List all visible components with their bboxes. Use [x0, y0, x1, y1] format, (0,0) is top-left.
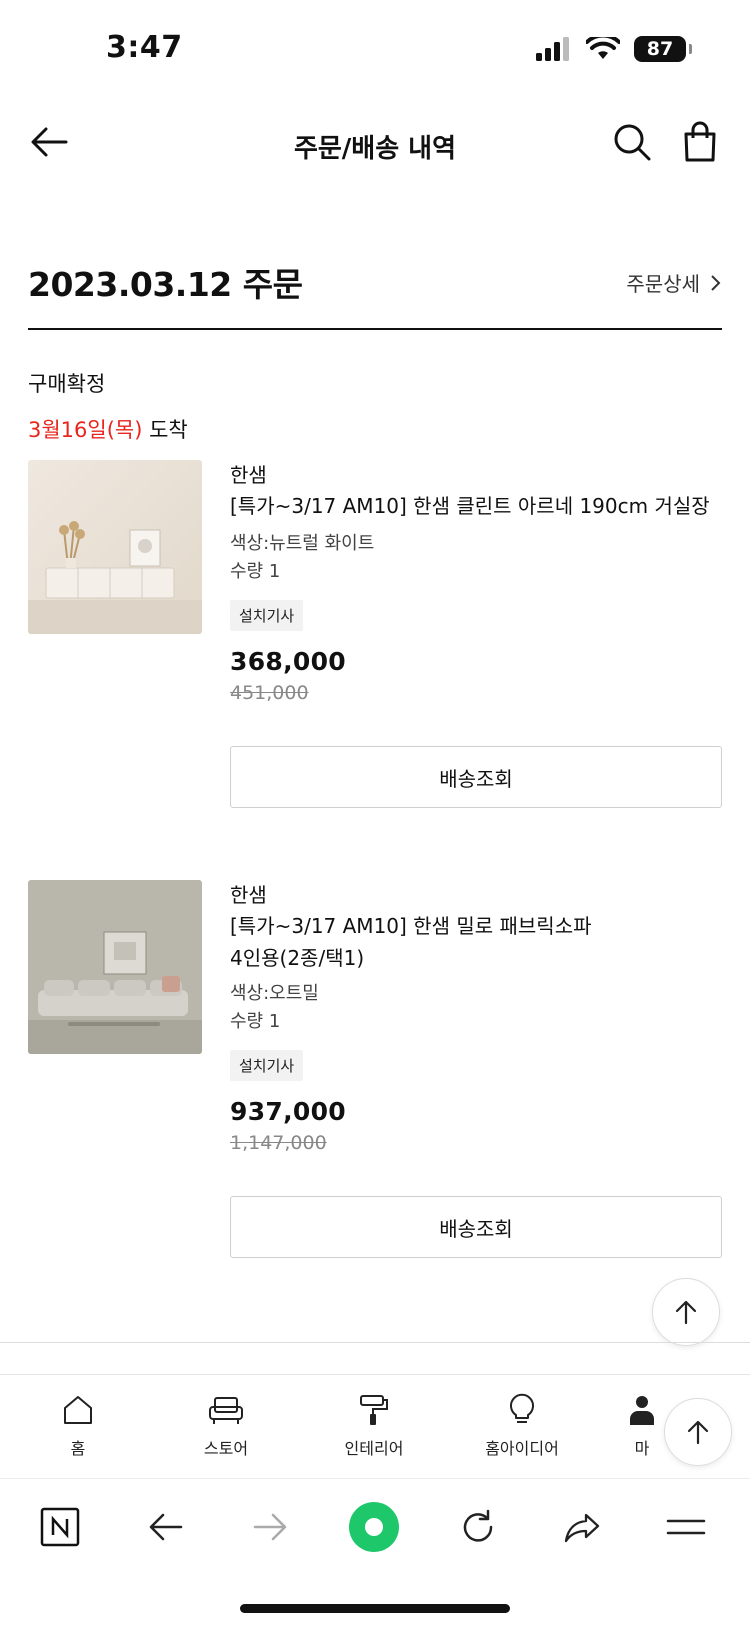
back-arrow-icon [149, 1513, 183, 1541]
home-icon [64, 1396, 92, 1424]
cart-button[interactable] [678, 120, 722, 164]
product-name[interactable]: [특가~3/17 AM10] 한샘 클린트 아르네 190cm 거실장 [230, 490, 722, 522]
sale-price: 937,000 [230, 1097, 346, 1126]
arrival-suffix: 도착 [142, 418, 188, 442]
order-item: 한샘 [특가~3/17 AM10] 한샘 클린트 아르네 190cm 거실장 색… [28, 460, 722, 820]
tab-store[interactable]: 스토어 [166, 1393, 286, 1459]
forward-arrow-icon [253, 1513, 287, 1541]
status-indicators: 87 [536, 36, 692, 62]
track-delivery-button[interactable]: 배송조회 [230, 746, 722, 808]
order-detail-label: 주문상세 [626, 272, 700, 296]
tab-store-label: 스토어 [203, 1439, 249, 1458]
signal-icon [536, 37, 569, 61]
track-delivery-button[interactable]: 배송조회 [230, 1196, 722, 1258]
green-dot-icon [349, 1502, 399, 1552]
home-indicator [240, 1604, 510, 1613]
product-thumbnail[interactable] [28, 460, 202, 634]
installation-badge: 설치기사 [230, 600, 304, 631]
share-button[interactable] [556, 1501, 608, 1553]
order-date-title: 2023.03.12 주문 [28, 265, 303, 304]
sofa-icon [209, 1397, 243, 1424]
browser-menu-button[interactable] [660, 1501, 712, 1553]
floating-scroll-top-button[interactable] [664, 1398, 732, 1466]
arrival-date: 3월16일(목) [28, 418, 143, 442]
nav-bar: 주문/배송 내역 [0, 100, 750, 190]
status-time: 3:47 [106, 30, 183, 65]
browser-forward-button[interactable] [244, 1501, 296, 1553]
order-item: 한샘 [특가~3/17 AM10] 한샘 밀로 패브릭소파 4인용(2종/택1)… [28, 880, 722, 1260]
browser-back-button[interactable] [140, 1501, 192, 1553]
original-price: 1,147,000 [230, 1132, 327, 1154]
order-detail-link[interactable]: 주문상세 [626, 268, 722, 297]
arrow-up-icon [675, 1300, 697, 1325]
search-icon [614, 124, 651, 161]
tab-home[interactable]: 홈 [18, 1393, 138, 1459]
product-info: 한샘 [특가~3/17 AM10] 한샘 클린트 아르네 190cm 거실장 색… [230, 460, 722, 704]
installation-badge: 설치기사 [230, 1050, 304, 1081]
wifi-icon [586, 37, 620, 59]
paint-roller-icon [360, 1395, 388, 1425]
product-brand: 한샘 [230, 883, 267, 907]
reload-icon [463, 1509, 493, 1542]
chevron-right-icon [711, 274, 721, 291]
arrow-up-icon [687, 1420, 709, 1445]
shopping-bag-icon [684, 121, 716, 162]
product-thumbnail[interactable] [28, 880, 202, 1054]
person-icon [630, 1396, 654, 1425]
order-header: 2023.03.12 주문 주문상세 [28, 258, 722, 330]
product-color: 색상:오트밀 [230, 983, 319, 1004]
scroll-to-top-button[interactable] [652, 1278, 720, 1346]
app-tab-bar: 홈 스토어 인테리어 홈아이디어 마 [0, 1374, 750, 1478]
battery-indicator: 87 [634, 36, 692, 62]
tab-interior[interactable]: 인테리어 [314, 1393, 434, 1459]
product-brand: 한샘 [230, 463, 267, 487]
tab-my-label: 마 [634, 1439, 650, 1458]
status-bar: 3:47 87 [0, 0, 750, 100]
green-dot-button[interactable] [348, 1501, 400, 1553]
product-quantity: 수량 1 [230, 1011, 281, 1032]
purchase-status: 구매확정 [28, 372, 106, 396]
product-color: 색상:뉴트럴 화이트 [230, 533, 375, 554]
share-icon [564, 1513, 600, 1543]
product-info: 한샘 [특가~3/17 AM10] 한샘 밀로 패브릭소파 4인용(2종/택1)… [230, 880, 722, 1154]
product-name-line2[interactable]: 4인용(2종/택1) [230, 942, 722, 974]
lightbulb-icon [510, 1393, 534, 1423]
product-name[interactable]: [특가~3/17 AM10] 한샘 밀로 패브릭소파 [230, 910, 722, 942]
product-quantity: 수량 1 [230, 561, 281, 582]
original-price: 451,000 [230, 682, 309, 704]
section-divider [0, 1342, 750, 1343]
menu-icon [666, 1519, 706, 1535]
tab-home-idea[interactable]: 홈아이디어 [462, 1393, 582, 1459]
search-button[interactable] [610, 120, 654, 164]
tab-home-label: 홈 [70, 1439, 86, 1458]
naver-home-button[interactable] [34, 1501, 86, 1553]
reload-button[interactable] [452, 1501, 504, 1553]
tab-home-idea-label: 홈아이디어 [485, 1439, 559, 1458]
arrival-info: 3월16일(목) 도착 [28, 414, 188, 444]
sale-price: 368,000 [230, 647, 346, 676]
tab-interior-label: 인테리어 [344, 1439, 404, 1458]
naver-n-icon [40, 1507, 80, 1547]
